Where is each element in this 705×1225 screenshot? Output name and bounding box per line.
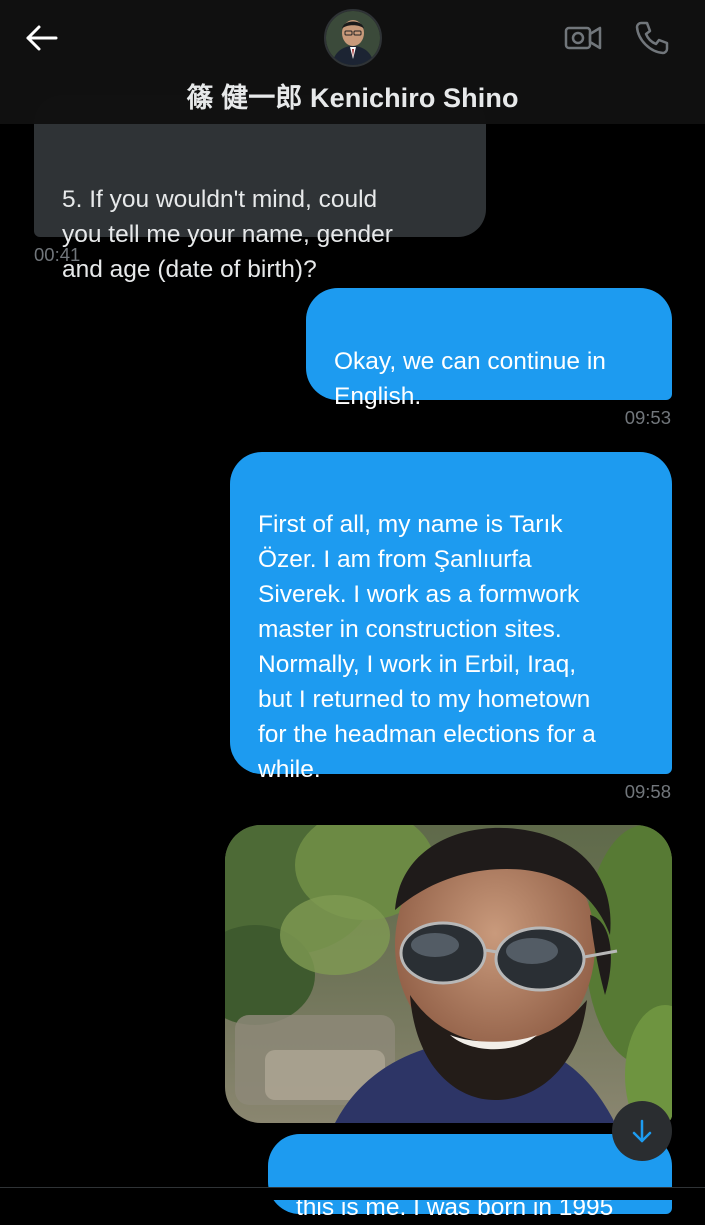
- video-call-button[interactable]: [563, 20, 603, 56]
- composer-edge: [0, 1187, 705, 1200]
- message-timestamp: 09:58: [624, 781, 671, 802]
- message-photo[interactable]: [225, 825, 672, 1123]
- message-bubble-outgoing[interactable]: Okay, we can continue in English.: [306, 288, 672, 410]
- avatar[interactable]: [324, 9, 382, 67]
- profile-photo-icon: [326, 11, 380, 65]
- scroll-to-bottom-button[interactable]: [612, 1101, 672, 1161]
- message-timestamp: 00:41: [34, 244, 81, 265]
- message-timestamp: 09:53: [624, 407, 671, 428]
- phone-icon: [635, 21, 669, 55]
- voice-call-button[interactable]: [632, 18, 672, 58]
- arrow-down-icon: [632, 1119, 652, 1143]
- message-text: 5. If you wouldn't mind, could you tell …: [62, 186, 393, 283]
- video-camera-icon: [564, 26, 602, 50]
- message-bubble-outgoing[interactable]: First of all, my name is Tarık Özer. I a…: [230, 452, 672, 783]
- message-text: Okay, we can continue in English.: [334, 348, 606, 410]
- photo-of-smiling-man-in-sunglasses: [225, 825, 672, 1123]
- arrow-left-icon: [26, 25, 58, 51]
- message-text: First of all, my name is Tarık Özer. I a…: [258, 511, 596, 783]
- back-button[interactable]: [22, 20, 62, 56]
- conversation-header: 篠 健一郎 Kenichiro Shino: [0, 0, 705, 124]
- conversation-view: 5. If you wouldn't mind, could you tell …: [0, 0, 705, 1221]
- contact-name[interactable]: 篠 健一郎 Kenichiro Shino: [0, 76, 705, 115]
